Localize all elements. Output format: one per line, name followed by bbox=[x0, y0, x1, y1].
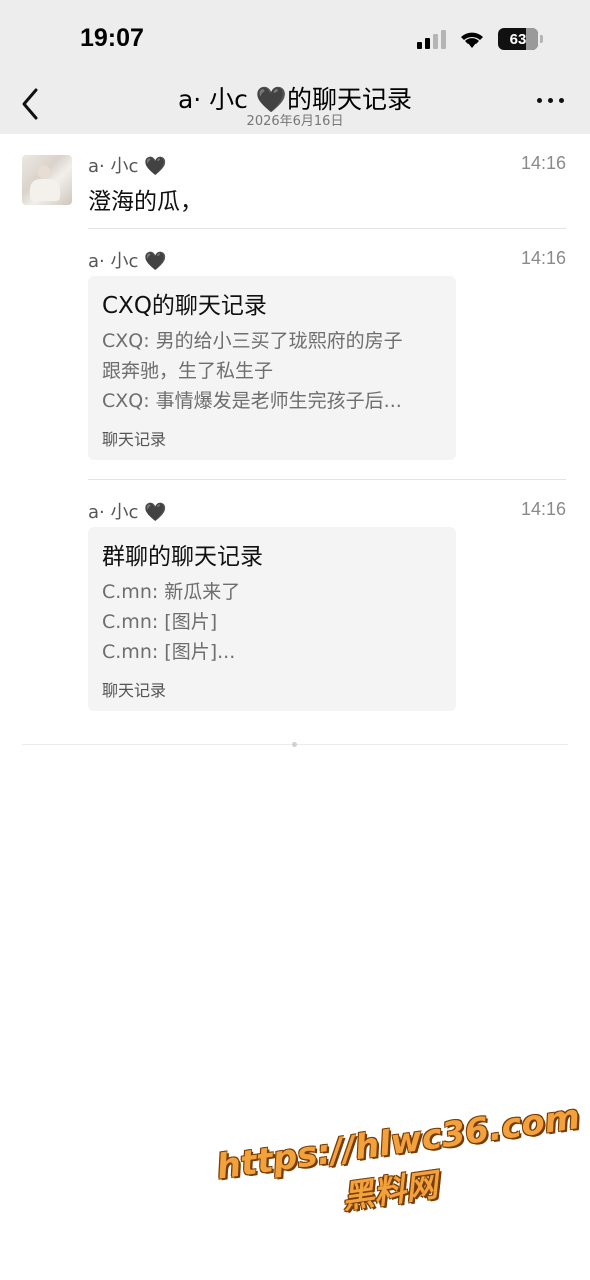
top-bar: 19:07 63 a· 小c 🖤的聊天记录 2026年6月16日 bbox=[0, 0, 590, 134]
card-preview-line: C.mn: 新瓜来了 bbox=[102, 581, 241, 603]
message-text[interactable]: 澄海的瓜， bbox=[88, 182, 203, 216]
more-options-button[interactable] bbox=[537, 98, 564, 103]
chat-record-card[interactable]: CXQ的聊天记录 CXQ: 男的给小三买了珑熙府的房子 跟奔驰，生了私生子 CX… bbox=[88, 276, 456, 460]
message-sender: a· 小c 🖤 bbox=[88, 502, 167, 523]
card-footer-label: 聊天记录 bbox=[102, 681, 167, 700]
message-time: 14:16 bbox=[520, 153, 566, 173]
page-subtitle-date: 2026年6月16日 bbox=[246, 114, 344, 129]
message-divider bbox=[88, 479, 566, 480]
battery-level: 63 bbox=[509, 30, 527, 48]
avatar[interactable] bbox=[22, 155, 72, 205]
message-sender: a· 小c 🖤 bbox=[88, 156, 167, 177]
chat-record-card[interactable]: 群聊的聊天记录 C.mn: 新瓜来了 C.mn: [图片] C.mn: [图片]… bbox=[88, 527, 456, 711]
card-preview-line: 跟奔驰，生了私生子 bbox=[102, 360, 274, 382]
battery-icon: 63 bbox=[498, 28, 543, 50]
end-of-list-dot bbox=[292, 742, 297, 747]
cellular-signal-icon bbox=[417, 29, 446, 49]
status-time: 19:07 bbox=[80, 24, 144, 52]
card-preview-line: C.mn: [图片] bbox=[102, 611, 218, 633]
status-icons: 63 bbox=[417, 28, 543, 50]
card-title: 群聊的聊天记录 bbox=[102, 544, 263, 570]
watermark: https://hlwc36.com 黑料网 bbox=[214, 1097, 582, 1235]
wifi-icon bbox=[461, 32, 483, 48]
card-footer-label: 聊天记录 bbox=[102, 430, 167, 449]
message-time: 14:16 bbox=[520, 248, 566, 268]
card-preview-line: C.mn: [图片]... bbox=[102, 641, 236, 663]
more-dot-icon bbox=[559, 98, 564, 103]
more-dot-icon bbox=[548, 98, 553, 103]
message-sender: a· 小c 🖤 bbox=[88, 251, 167, 272]
card-preview-line: CXQ: 男的给小三买了珑熙府的房子 bbox=[102, 330, 403, 352]
more-dot-icon bbox=[537, 98, 542, 103]
message-time: 14:16 bbox=[520, 499, 566, 519]
card-preview-line: CXQ: 事情爆发是老师生完孩子后... bbox=[102, 390, 402, 412]
card-title: CXQ的聊天记录 bbox=[102, 293, 267, 319]
message-divider bbox=[88, 228, 566, 229]
